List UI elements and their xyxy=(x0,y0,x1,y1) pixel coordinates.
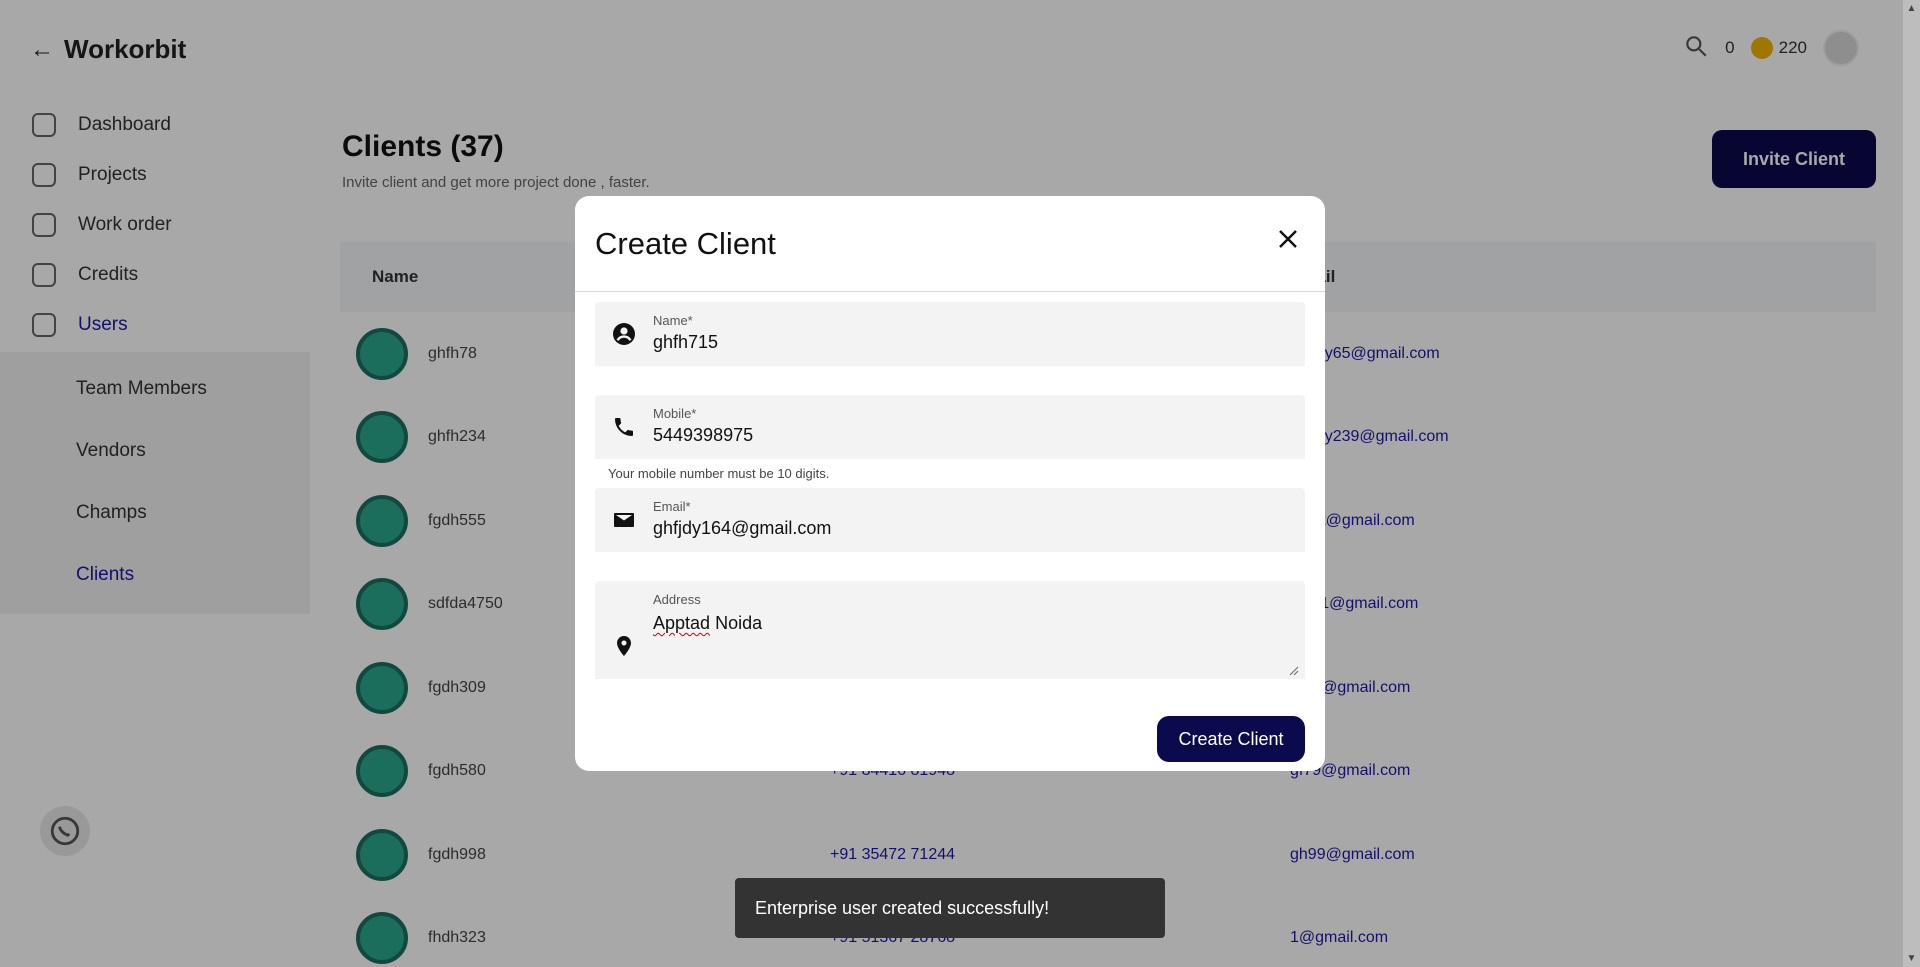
mobile-label: Mobile* xyxy=(653,406,697,421)
mobile-value[interactable]: 5449398975 xyxy=(653,425,753,446)
scroll-up-icon[interactable]: ▲ xyxy=(1903,0,1920,17)
email-field[interactable]: Email* ghfjdy164@gmail.com xyxy=(595,488,1305,552)
location-pin-icon xyxy=(611,633,637,659)
toast-message: Enterprise user created successfully! xyxy=(755,897,1050,918)
name-value[interactable]: ghfh715 xyxy=(653,332,718,353)
address-rest: Noida xyxy=(710,613,763,633)
account-circle-icon xyxy=(611,321,637,347)
scroll-down-icon[interactable]: ▼ xyxy=(1903,950,1920,967)
phone-icon xyxy=(611,414,637,440)
name-field[interactable]: Name* ghfh715 xyxy=(595,302,1305,366)
email-label: Email* xyxy=(653,499,691,514)
mobile-field[interactable]: Mobile* 5449398975 xyxy=(595,395,1305,459)
address-value[interactable]: Apptad Noida xyxy=(653,613,762,634)
address-label: Address xyxy=(653,592,701,607)
dialog-title: Create Client xyxy=(595,226,776,261)
mobile-helper-text: Your mobile number must be 10 digits. xyxy=(608,466,830,481)
scrollbar[interactable]: ▲ ▼ xyxy=(1903,0,1920,967)
create-client-button[interactable]: Create Client xyxy=(1157,716,1305,762)
address-field[interactable]: Address Apptad Noida xyxy=(595,581,1305,679)
toast-notification: Enterprise user created successfully! xyxy=(735,878,1165,938)
resize-handle-icon[interactable] xyxy=(1289,663,1299,676)
name-label: Name* xyxy=(653,313,693,328)
dialog-header: Create Client xyxy=(575,196,1325,292)
close-icon[interactable] xyxy=(1273,224,1303,254)
create-client-dialog: Create Client Name* ghfh715 Mobile* 5449… xyxy=(575,196,1325,771)
mail-icon xyxy=(611,507,637,533)
address-misspelled-word: Apptad xyxy=(653,613,711,633)
email-value[interactable]: ghfjdy164@gmail.com xyxy=(653,518,831,539)
